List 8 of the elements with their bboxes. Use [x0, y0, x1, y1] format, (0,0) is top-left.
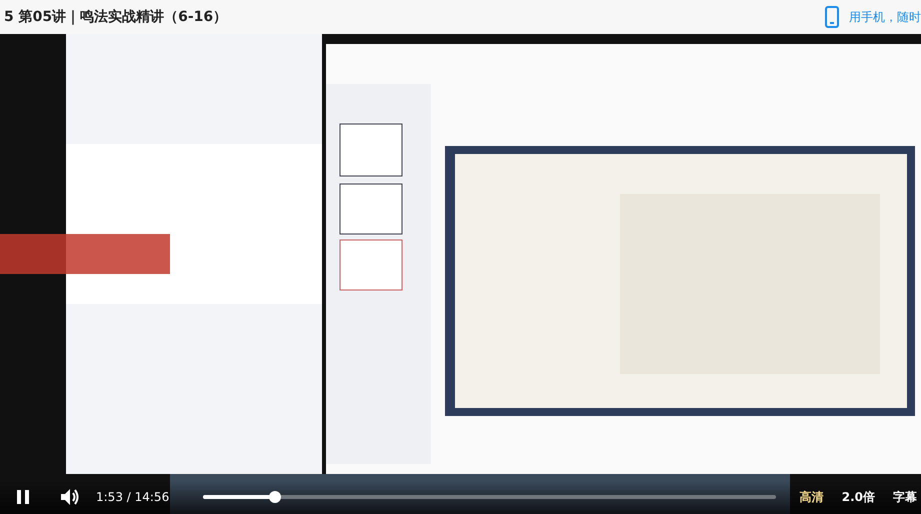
- volume-button[interactable]: [60, 488, 80, 506]
- quality-button[interactable]: 高清: [796, 488, 828, 506]
- phone-icon: [825, 6, 839, 28]
- subtitles-button[interactable]: 字幕: [889, 488, 921, 506]
- playback-time: 1:53 / 14:56: [96, 490, 170, 504]
- video-title: 5 第05讲｜鸣法实战精讲（6-16）: [4, 8, 228, 26]
- speed-button[interactable]: 2.0倍: [838, 488, 879, 506]
- pause-button[interactable]: [16, 489, 30, 505]
